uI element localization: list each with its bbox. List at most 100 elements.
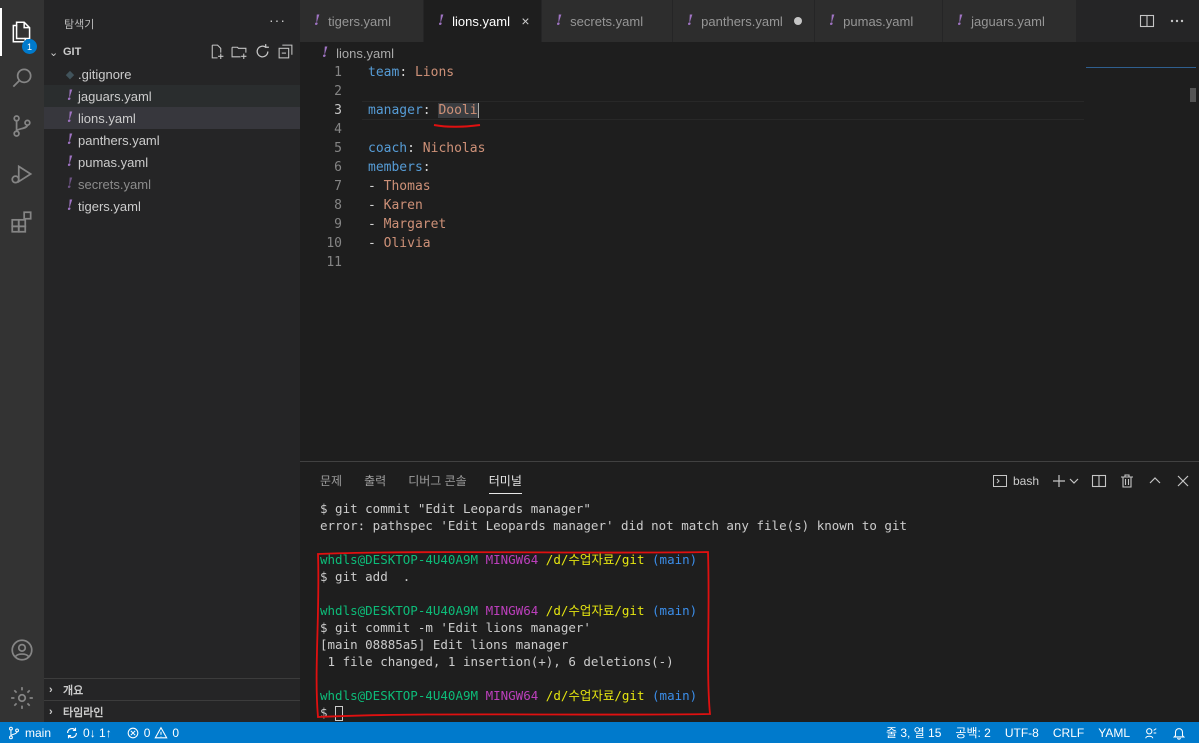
explorer-title: 탐색기: [64, 19, 95, 31]
encoding[interactable]: UTF-8: [998, 722, 1046, 743]
language-mode[interactable]: YAML: [1091, 722, 1137, 743]
line-number: 7: [334, 179, 342, 194]
tab-label: secrets.yaml: [570, 13, 644, 29]
scrollbar[interactable]: [1190, 88, 1196, 102]
terminal-line: $ git commit "Edit Leopards manager": [320, 501, 591, 516]
close-icon[interactable]: [1175, 473, 1191, 489]
yaml-value: Margaret: [383, 217, 447, 232]
breadcrumb[interactable]: ! lions.yaml: [322, 42, 394, 64]
minimap[interactable]: [1090, 63, 1186, 73]
yaml-value: Karen: [383, 198, 423, 213]
collapse-all-icon[interactable]: [277, 43, 294, 60]
file-item-jaguars[interactable]: ! jaguars.yaml: [44, 85, 300, 107]
new-terminal-icon[interactable]: [1051, 473, 1067, 489]
tab-terminal[interactable]: 터미널: [488, 472, 522, 494]
prompt-user: whdls@DESKTOP-4U40A9M: [320, 552, 479, 567]
terminal-cursor: [335, 706, 344, 721]
prompt-path: /d/수업자료/git: [545, 688, 645, 703]
breadcrumb-file[interactable]: lions.yaml: [336, 46, 394, 61]
warning-count: 0: [172, 725, 180, 740]
yaml-file-icon: !: [556, 13, 563, 29]
tab-panthers[interactable]: ! panthers.yaml: [673, 0, 815, 42]
account-icon[interactable]: [0, 626, 44, 674]
explorer-icon[interactable]: 1: [0, 8, 44, 56]
dash: -: [368, 179, 376, 194]
tab-tigers[interactable]: ! tigers.yaml: [300, 0, 424, 42]
terminal-input-line[interactable]: $: [320, 704, 907, 721]
tab-jaguars[interactable]: ! jaguars.yaml: [943, 0, 1077, 42]
yaml-value: Nicholas: [422, 141, 486, 156]
git-folder-header[interactable]: ⌄ GIT: [44, 41, 300, 63]
close-icon[interactable]: ×: [520, 13, 531, 29]
sync-status[interactable]: 0↓ 1↑: [58, 722, 119, 743]
problems-status[interactable]: 0 0: [119, 722, 186, 743]
file-item-tigers[interactable]: ! tigers.yaml: [44, 195, 300, 217]
extensions-icon[interactable]: [0, 198, 44, 246]
dash: -: [368, 217, 376, 232]
new-folder-icon[interactable]: [231, 43, 248, 60]
code-line: 6 members:: [300, 158, 1090, 177]
chevron-down-icon[interactable]: [1069, 473, 1079, 489]
more-actions-icon[interactable]: [1169, 13, 1185, 29]
tab-label: lions.yaml: [452, 13, 510, 29]
code-line: 4: [300, 120, 1090, 139]
tab-label: jaguars.yaml: [971, 13, 1045, 29]
branch-status[interactable]: main: [0, 722, 58, 743]
trash-icon[interactable]: [1119, 473, 1135, 489]
split-editor-icon[interactable]: [1139, 13, 1155, 29]
run-debug-icon[interactable]: [0, 150, 44, 198]
line-ending[interactable]: CRLF: [1046, 722, 1091, 743]
feedback-icon[interactable]: [1137, 722, 1165, 743]
tab-label: pumas.yaml: [843, 13, 914, 29]
line-number: 2: [334, 84, 342, 99]
file-item-pumas[interactable]: ! pumas.yaml: [44, 151, 300, 173]
code-line: 9 - Margaret: [300, 215, 1090, 234]
yaml-file-icon: !: [66, 176, 74, 192]
code-editor[interactable]: 1 team: Lions 2 3 manager: Dooli 4 5 coa…: [300, 63, 1199, 460]
search-icon[interactable]: [0, 54, 44, 102]
tab-output[interactable]: 출력: [364, 472, 386, 494]
prompt-env: MINGW64: [485, 552, 539, 567]
timeline-section-header[interactable]: › 타임라인: [44, 700, 300, 722]
file-item-lions[interactable]: ! lions.yaml: [44, 107, 300, 129]
tab-lions[interactable]: ! lions.yaml ×: [424, 0, 542, 42]
new-file-icon[interactable]: [208, 43, 225, 60]
dash: -: [368, 198, 376, 213]
explorer-sidebar: 탐색기 ··· ⌄ GIT ◆ .gitignore ! jaguars.yam…: [44, 0, 300, 722]
tab-secrets[interactable]: ! secrets.yaml: [542, 0, 673, 42]
settings-gear-icon[interactable]: [0, 674, 44, 722]
yaml-file-icon: !: [66, 132, 74, 148]
yaml-file-icon: !: [957, 13, 964, 29]
terminal-shell-selector[interactable]: bash: [992, 473, 1039, 489]
tab-pumas[interactable]: ! pumas.yaml: [815, 0, 943, 42]
file-item-panthers[interactable]: ! panthers.yaml: [44, 129, 300, 151]
split-terminal-icon[interactable]: [1091, 473, 1107, 489]
terminal-panel: 문제 출력 디버그 콘솔 터미널 bash $ git commit "Edit…: [300, 461, 1199, 722]
refresh-icon[interactable]: [254, 43, 271, 60]
source-control-icon[interactable]: [0, 102, 44, 150]
file-item-gitignore[interactable]: ◆ .gitignore: [44, 63, 300, 85]
terminal-line: 1 file changed, 1 insertion(+), 6 deleti…: [320, 654, 674, 669]
tab-problems[interactable]: 문제: [320, 472, 342, 494]
chevron-up-icon[interactable]: [1147, 473, 1163, 489]
terminal-output[interactable]: $ git commit "Edit Leopards manager" erro…: [320, 500, 907, 721]
prompt-user: whdls@DESKTOP-4U40A9M: [320, 603, 479, 618]
notifications-bell-icon[interactable]: [1165, 722, 1193, 743]
yaml-file-icon: !: [66, 110, 74, 126]
file-name: jaguars.yaml: [78, 88, 152, 104]
indentation[interactable]: 공백: 2: [948, 722, 997, 743]
file-name: secrets.yaml: [78, 176, 151, 192]
yaml-file-icon: !: [66, 198, 74, 214]
line-number: 5: [334, 141, 342, 156]
yaml-key: manager: [368, 103, 423, 118]
file-item-secrets[interactable]: ! secrets.yaml: [44, 173, 300, 195]
unsaved-dot-icon[interactable]: [793, 17, 804, 25]
error-count: 0: [143, 725, 151, 740]
file-name: lions.yaml: [78, 110, 136, 126]
cursor-position[interactable]: 줄 3, 열 15: [879, 722, 948, 743]
more-actions-icon[interactable]: ···: [269, 12, 286, 28]
tab-debug-console[interactable]: 디버그 콘솔: [408, 472, 467, 494]
terminal-icon: [992, 475, 1007, 487]
terminal-prompt-line: whdls@DESKTOP-4U40A9M MINGW64 /d/수업자료/gi…: [320, 551, 907, 568]
outline-section-header[interactable]: › 개요: [44, 678, 300, 700]
